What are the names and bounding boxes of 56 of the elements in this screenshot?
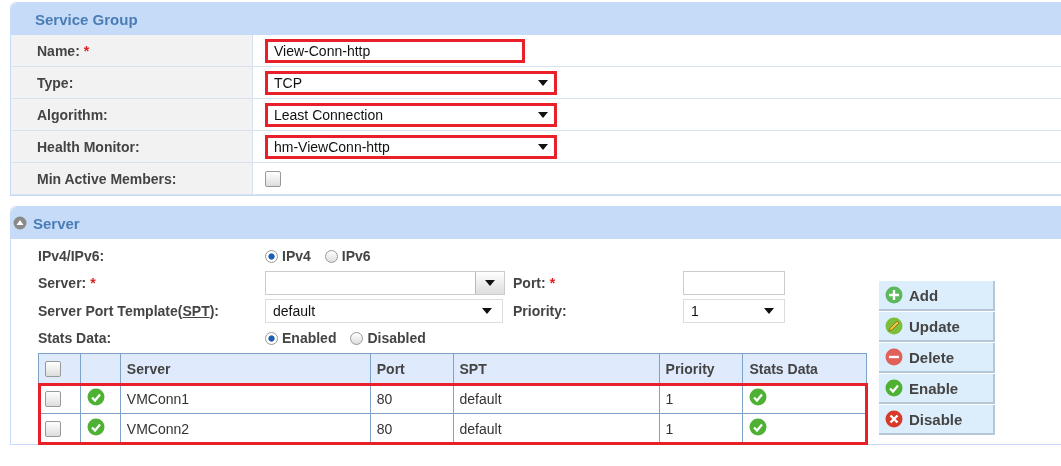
- caret-icon: [538, 111, 548, 118]
- check-icon: [885, 379, 903, 397]
- checkbox[interactable]: [45, 390, 61, 407]
- field-label: Priority:: [513, 303, 568, 319]
- minus-icon: [885, 348, 903, 366]
- radio-option[interactable]: Enabled: [265, 330, 337, 346]
- field-label: Health Monitor:: [37, 138, 140, 155]
- checkbox[interactable]: [265, 170, 281, 187]
- table-cell: 80: [370, 383, 453, 414]
- select-field[interactable]: Least Connection: [265, 102, 557, 127]
- select-field[interactable]: TCP: [265, 70, 557, 95]
- caret-icon: [538, 143, 548, 150]
- port-field[interactable]: [683, 271, 785, 295]
- field-label: Min Active Members:: [37, 170, 177, 187]
- column-header: Priority: [659, 353, 743, 384]
- select-field[interactable]: hm-ViewConn-http: [265, 134, 557, 159]
- panel-title: Server: [33, 214, 80, 232]
- caret-icon: [485, 280, 495, 286]
- caret-icon: [538, 79, 548, 86]
- field-label: Stats Data:: [38, 330, 113, 346]
- column-header: Server: [120, 353, 371, 384]
- collapse-icon[interactable]: [13, 216, 27, 230]
- radio-option[interactable]: IPv4: [265, 248, 311, 264]
- panel-title: Service Group: [35, 10, 138, 28]
- action-button[interactable]: Enable: [879, 374, 995, 404]
- action-button[interactable]: Update: [879, 312, 995, 342]
- priority-select[interactable]: 1: [683, 299, 785, 323]
- field-label: Name: *: [37, 42, 90, 59]
- pencil-icon: [885, 317, 903, 335]
- table-cell: default: [453, 383, 660, 414]
- field-label: Port: *: [513, 275, 557, 291]
- table-cell: 1: [659, 383, 743, 414]
- field-label: Type:: [37, 74, 74, 91]
- checkbox[interactable]: [45, 420, 61, 437]
- radio-option[interactable]: IPv6: [324, 248, 371, 264]
- caret-icon: [482, 308, 492, 314]
- field-label: Algorithm:: [37, 106, 108, 123]
- action-button[interactable]: Add: [879, 281, 995, 311]
- column-header: SPT: [453, 353, 660, 384]
- caret-icon: [764, 308, 774, 314]
- x-icon: [885, 410, 903, 428]
- server-combo-field[interactable]: [265, 271, 505, 295]
- action-button[interactable]: Disable: [879, 405, 995, 435]
- radio-option[interactable]: Disabled: [350, 330, 426, 346]
- table-cell: VMConn1: [120, 383, 371, 414]
- plus-icon: [885, 286, 903, 304]
- action-button[interactable]: Delete: [879, 343, 995, 373]
- checkbox[interactable]: [45, 360, 61, 377]
- name-field[interactable]: View-Conn-http: [265, 38, 525, 63]
- field-label: Server: *: [38, 275, 97, 291]
- field-label: IPv4/IPv6:: [38, 248, 106, 264]
- spt-select[interactable]: default: [265, 299, 503, 323]
- spt-link[interactable]: SPT: [182, 303, 210, 319]
- column-header: Port: [370, 353, 453, 384]
- field-label: Server Port Template(SPT):: [38, 303, 221, 319]
- column-header: Stats Data: [742, 353, 867, 384]
